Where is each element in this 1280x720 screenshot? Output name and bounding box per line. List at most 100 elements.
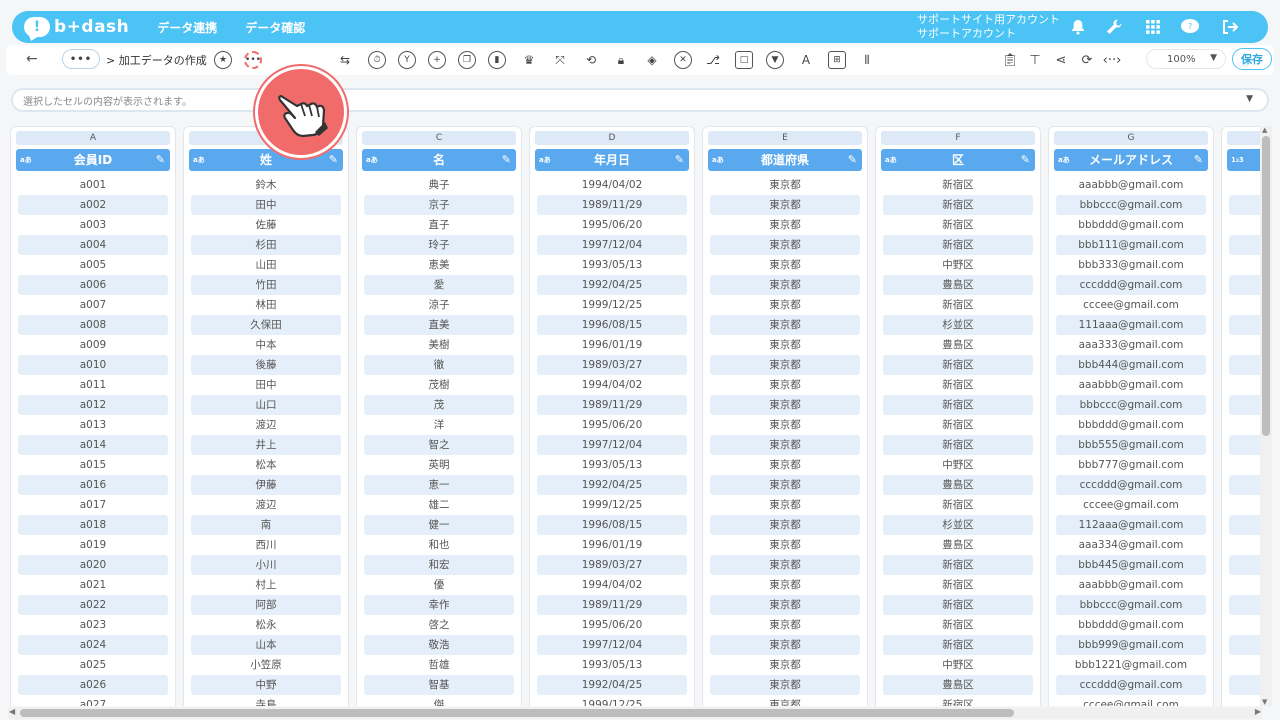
- lock-icon[interactable]: 🔒︎: [612, 51, 630, 69]
- scroll-right-icon[interactable]: ▶: [1255, 707, 1261, 716]
- table-cell[interactable]: [1229, 195, 1260, 215]
- table-cell[interactable]: aaabbb@gmail.com: [1056, 575, 1206, 595]
- grid-menu-icon[interactable]: [1143, 17, 1163, 37]
- table-cell[interactable]: 林田: [191, 295, 341, 315]
- table-cell[interactable]: [1229, 635, 1260, 655]
- table-cell[interactable]: [1229, 295, 1260, 315]
- table-cell[interactable]: 幸作: [364, 595, 514, 615]
- table-cell[interactable]: bbb111@gmail.com: [1056, 235, 1206, 255]
- delete-icon[interactable]: ▮: [488, 51, 506, 69]
- table-cell[interactable]: bbbccc@gmail.com: [1056, 395, 1206, 415]
- table-cell[interactable]: 杉並区: [883, 515, 1033, 535]
- column-header[interactable]: 1₂3: [1227, 149, 1260, 171]
- table-cell[interactable]: a021: [18, 575, 168, 595]
- table-cell[interactable]: 新宿区: [883, 495, 1033, 515]
- table-cell[interactable]: [1229, 235, 1260, 255]
- table-cell[interactable]: 新宿区: [883, 175, 1033, 195]
- table-cell[interactable]: 山本: [191, 635, 341, 655]
- table-cell[interactable]: a018: [18, 515, 168, 535]
- table-cell[interactable]: 新宿区: [883, 695, 1033, 706]
- flow-icon[interactable]: ⊤: [1026, 51, 1044, 69]
- table-cell[interactable]: aaa334@gmail.com: [1056, 535, 1206, 555]
- table-cell[interactable]: 杉並区: [883, 315, 1033, 335]
- table-cell[interactable]: 東京都: [710, 615, 860, 635]
- table-cell[interactable]: [1229, 575, 1260, 595]
- table-cell[interactable]: [1229, 655, 1260, 675]
- table-cell[interactable]: [1229, 535, 1260, 555]
- column-letter[interactable]: C: [362, 131, 516, 145]
- table-cell[interactable]: 東京都: [710, 375, 860, 395]
- table-cell[interactable]: a008: [18, 315, 168, 335]
- table-cell[interactable]: 雄二: [364, 495, 514, 515]
- table-cell[interactable]: 新宿区: [883, 395, 1033, 415]
- table-cell[interactable]: 1994/04/02: [537, 575, 687, 595]
- table-cell[interactable]: a011: [18, 375, 168, 395]
- nav-data-check[interactable]: データ確認: [245, 19, 305, 36]
- column-letter[interactable]: D: [535, 131, 689, 145]
- share-icon[interactable]: ⋖: [1052, 51, 1070, 69]
- table-cell[interactable]: cccddd@gmail.com: [1056, 475, 1206, 495]
- table-cell[interactable]: 優: [364, 575, 514, 595]
- table-cell[interactable]: 東京都: [710, 535, 860, 555]
- table-cell[interactable]: 1989/03/27: [537, 355, 687, 375]
- table-cell[interactable]: [1229, 615, 1260, 635]
- table-cell[interactable]: 中野区: [883, 255, 1033, 275]
- table-cell[interactable]: a001: [18, 175, 168, 195]
- nav-data-link[interactable]: データ連携: [157, 19, 217, 36]
- table-cell[interactable]: 東京都: [710, 435, 860, 455]
- table-cell[interactable]: 豊島区: [883, 475, 1033, 495]
- table-cell[interactable]: 玲子: [364, 235, 514, 255]
- add-icon[interactable]: +: [428, 51, 446, 69]
- table-cell[interactable]: 1997/12/04: [537, 635, 687, 655]
- table-cell[interactable]: a020: [18, 555, 168, 575]
- table-cell[interactable]: 東京都: [710, 335, 860, 355]
- save-button[interactable]: 保存: [1232, 48, 1272, 70]
- table-cell[interactable]: 健一: [364, 515, 514, 535]
- table-cell[interactable]: a016: [18, 475, 168, 495]
- table-cell[interactable]: 東京都: [710, 235, 860, 255]
- table-cell[interactable]: 1997/12/04: [537, 235, 687, 255]
- table-cell[interactable]: bbbddd@gmail.com: [1056, 215, 1206, 235]
- column-header[interactable]: aあ 都道府県 ✎: [708, 149, 862, 171]
- table-cell[interactable]: 恵美: [364, 255, 514, 275]
- column-header[interactable]: aあ 名 ✎: [362, 149, 516, 171]
- table-cell[interactable]: 1995/06/20: [537, 615, 687, 635]
- table-cell[interactable]: 東京都: [710, 555, 860, 575]
- breadcrumb-more-button[interactable]: •••: [62, 49, 100, 69]
- table-cell[interactable]: 東京都: [710, 455, 860, 475]
- bell-icon[interactable]: [1068, 17, 1088, 37]
- table-cell[interactable]: 恵一: [364, 475, 514, 495]
- cancel-icon[interactable]: ✕: [674, 51, 692, 69]
- table-cell[interactable]: 東京都: [710, 515, 860, 535]
- table-cell[interactable]: 1996/08/15: [537, 515, 687, 535]
- table-cell[interactable]: 涼子: [364, 295, 514, 315]
- vertical-scroll-thumb[interactable]: [1262, 136, 1270, 436]
- table-cell[interactable]: 1999/12/25: [537, 495, 687, 515]
- table-cell[interactable]: 寺島: [191, 695, 341, 706]
- table-cell[interactable]: 新宿区: [883, 575, 1033, 595]
- table-cell[interactable]: 阿部: [191, 595, 341, 615]
- column-letter[interactable]: F: [881, 131, 1035, 145]
- table-cell[interactable]: [1229, 515, 1260, 535]
- table-cell[interactable]: 和也: [364, 535, 514, 555]
- table-cell[interactable]: 東京都: [710, 175, 860, 195]
- table-cell[interactable]: 東京都: [710, 415, 860, 435]
- table-cell[interactable]: a010: [18, 355, 168, 375]
- table-cell[interactable]: 田中: [191, 195, 341, 215]
- table-cell[interactable]: 1993/05/13: [537, 255, 687, 275]
- table-cell[interactable]: 直美: [364, 315, 514, 335]
- table-cell[interactable]: 1993/05/13: [537, 655, 687, 675]
- table-cell[interactable]: 茂樹: [364, 375, 514, 395]
- table-cell[interactable]: a026: [18, 675, 168, 695]
- table-cell[interactable]: 中野区: [883, 655, 1033, 675]
- table-cell[interactable]: 新宿区: [883, 215, 1033, 235]
- table-cell[interactable]: 新宿区: [883, 235, 1033, 255]
- table-cell[interactable]: 渡辺: [191, 415, 341, 435]
- table-cell[interactable]: 新宿区: [883, 415, 1033, 435]
- table-cell[interactable]: [1229, 695, 1260, 706]
- table-cell[interactable]: 1992/04/25: [537, 275, 687, 295]
- table-cell[interactable]: 1996/01/19: [537, 535, 687, 555]
- table-cell[interactable]: 1992/04/25: [537, 675, 687, 695]
- table-cell[interactable]: 敬浩: [364, 635, 514, 655]
- table-cell[interactable]: 東京都: [710, 315, 860, 335]
